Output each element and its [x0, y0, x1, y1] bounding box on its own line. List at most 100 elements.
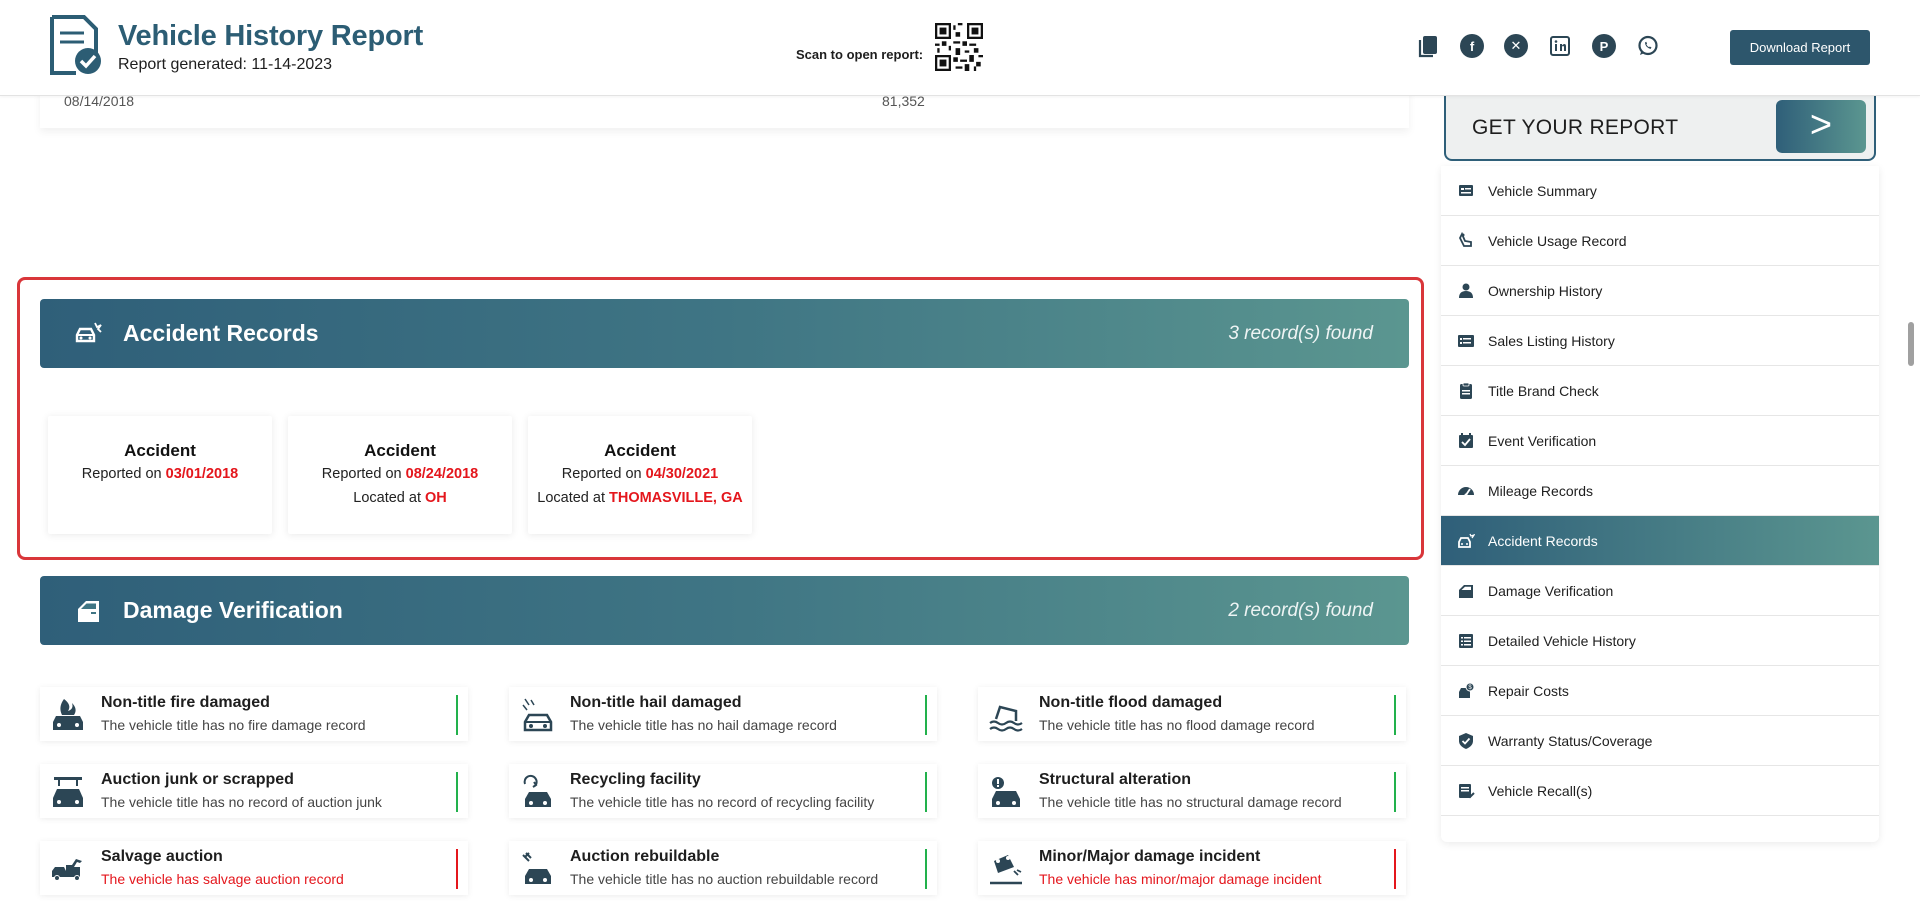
damage-item-title: Minor/Major damage incident [1039, 848, 1261, 865]
tow-truck-icon [52, 859, 82, 881]
shield-check-icon [1459, 733, 1473, 749]
damage-item-desc: The vehicle title has no record of aucti… [101, 794, 382, 810]
sidebar-item-label: Accident Records [1488, 533, 1598, 549]
pinterest-icon[interactable]: P [1592, 34, 1616, 58]
accident-card-title: Accident [364, 441, 436, 460]
get-your-report-panel[interactable]: GET YOUR REPORT > [1444, 96, 1876, 161]
damage-item-title: Non-title flood damaged [1039, 694, 1223, 711]
damage-item-flood: Non-title flood damaged The vehicle titl… [978, 687, 1406, 741]
sidebar-item-vehicle-recalls[interactable]: Vehicle Recall(s) [1441, 766, 1879, 816]
sidebar-item-warranty[interactable]: Warranty Status/Coverage [1441, 716, 1879, 766]
clipboard-icon [1460, 382, 1472, 399]
status-bar-ok [925, 695, 927, 735]
damage-item-title: Auction rebuildable [570, 848, 720, 865]
accident-date: 08/24/2018 [405, 466, 479, 482]
sidebar-item-damage-verification[interactable]: Damage Verification [1441, 566, 1879, 616]
car-junk-icon [53, 777, 83, 807]
sidebar-item-vehicle-summary[interactable]: Vehicle Summary [1441, 166, 1879, 216]
summary-icon [1459, 185, 1473, 196]
car-hail-icon [522, 698, 553, 732]
damage-item-desc: The vehicle title has no auction rebuild… [570, 871, 879, 887]
damage-item-incident: Minor/Major damage incident The vehicle … [978, 841, 1406, 895]
sidebar-item-label: Vehicle Recall(s) [1488, 783, 1593, 799]
qr-code-icon[interactable] [935, 23, 983, 71]
accident-card-reported: Reported on 03/01/2018 [81, 466, 239, 482]
whatsapp-icon[interactable] [1636, 34, 1660, 58]
download-report-button[interactable]: Download Report [1730, 30, 1870, 65]
accident-card: Accident Reported on 04/30/2021 Located … [528, 416, 752, 534]
sidebar-item-label: Event Verification [1488, 433, 1597, 449]
top-header: Vehicle History Report Report generated:… [0, 0, 1920, 96]
damage-item-fire: Non-title fire damaged The vehicle title… [40, 687, 468, 741]
car-flood-icon [989, 705, 1023, 732]
sidebar-item-detailed-history[interactable]: Detailed Vehicle History [1441, 616, 1879, 666]
sidebar-item-ownership-history[interactable]: Ownership History [1441, 266, 1879, 316]
damage-item-title: Auction junk or scrapped [101, 771, 294, 788]
sidebar-item-label: Title Brand Check [1488, 383, 1599, 399]
accident-card-location: Located at OH [353, 490, 447, 506]
accident-card: Accident Reported on 03/01/2018 [48, 416, 272, 534]
sidebar-item-repair-costs[interactable]: $ Repair Costs [1441, 666, 1879, 716]
accident-records-header: Accident Records 3 record(s) found [40, 299, 1409, 368]
accident-card-location: Located at THOMASVILLE, GA [537, 490, 743, 506]
sidebar-item-title-brand[interactable]: Title Brand Check [1441, 366, 1879, 416]
damage-item-desc: The vehicle title has no fire damage rec… [101, 717, 366, 733]
report-sections-nav: Vehicle Summary Vehicle Usage Record Own… [1441, 166, 1879, 842]
sidebar-item-vehicle-usage[interactable]: Vehicle Usage Record [1441, 216, 1879, 266]
listing-icon [1458, 335, 1474, 347]
accident-location: THOMASVILLE, GA [609, 490, 743, 506]
facebook-icon[interactable]: f [1460, 34, 1484, 58]
sidebar-item-sales-listing[interactable]: Sales Listing History [1441, 316, 1879, 366]
copy-icon[interactable] [1416, 34, 1440, 58]
get-report-arrow-button[interactable]: > [1776, 100, 1866, 153]
list-icon [1459, 634, 1473, 648]
damage-item-title: Salvage auction [101, 848, 223, 865]
sidebar-item-label: Mileage Records [1488, 483, 1594, 499]
sidebar-item-accident-records[interactable]: Accident Records [1441, 516, 1879, 566]
accident-location: OH [425, 490, 447, 506]
linkedin-icon[interactable] [1548, 34, 1572, 58]
car-door-icon [1459, 585, 1473, 598]
status-bar-ok [456, 772, 458, 812]
x-icon[interactable]: ✕ [1504, 34, 1528, 58]
accident-records-title: Accident Records [123, 320, 319, 346]
status-bar-alert [1394, 849, 1396, 889]
sidebar-item-label: Vehicle Summary [1488, 183, 1597, 199]
report-title: Vehicle History Report [118, 20, 424, 52]
status-bar-ok [1394, 772, 1396, 812]
damage-item-title: Non-title hail damaged [570, 694, 742, 711]
damage-item-rebuildable: Auction rebuildable The vehicle title ha… [509, 841, 937, 895]
status-bar-ok [925, 849, 927, 889]
usage-icon [1458, 232, 1472, 247]
repair-icon: $ [1459, 682, 1475, 698]
damage-item-junk: Auction junk or scrapped The vehicle tit… [40, 764, 468, 818]
accident-card: Accident Reported on 08/24/2018 Located … [288, 416, 512, 534]
sidebar-item-mileage-records[interactable]: Mileage Records [1441, 466, 1879, 516]
car-recycle-icon [523, 774, 551, 807]
accident-card-reported: Reported on 04/30/2021 [561, 466, 719, 482]
damage-item-hail: Non-title hail damaged The vehicle title… [509, 687, 937, 741]
calendar-check-icon [1459, 433, 1473, 448]
car-fire-icon [53, 699, 83, 730]
damage-item-desc: The vehicle title has no flood damage re… [1039, 717, 1315, 733]
damage-item-desc: The vehicle title has no record of recyc… [570, 794, 875, 810]
damage-item-structural: Structural alteration The vehicle title … [978, 764, 1406, 818]
page-scrollbar-thumb[interactable] [1908, 322, 1914, 366]
accident-card-reported: Reported on 08/24/2018 [321, 466, 479, 482]
speedometer-icon [1458, 487, 1474, 497]
car-rebuild-icon [522, 852, 551, 884]
sidebar-item-event-verification[interactable]: Event Verification [1441, 416, 1879, 466]
accident-records-count: 3 record(s) found [1228, 323, 1373, 344]
social-share-bar: f ✕ P [1416, 32, 1660, 60]
damage-item-title: Structural alteration [1039, 771, 1192, 788]
report-generated-date: Report generated: 11-14-2023 [118, 56, 333, 73]
sidebar-item-label: Warranty Status/Coverage [1488, 733, 1653, 749]
car-crash-icon [1458, 533, 1475, 548]
report-check-icon [50, 15, 101, 75]
damage-verification-count: 2 record(s) found [1228, 600, 1373, 621]
status-bar-ok [925, 772, 927, 812]
car-structural-icon [992, 777, 1020, 807]
damage-item-desc: The vehicle has minor/major damage incid… [1039, 871, 1322, 887]
sidebar-item-label: Sales Listing History [1488, 333, 1615, 349]
damage-item-desc: The vehicle has salvage auction record [101, 871, 344, 887]
